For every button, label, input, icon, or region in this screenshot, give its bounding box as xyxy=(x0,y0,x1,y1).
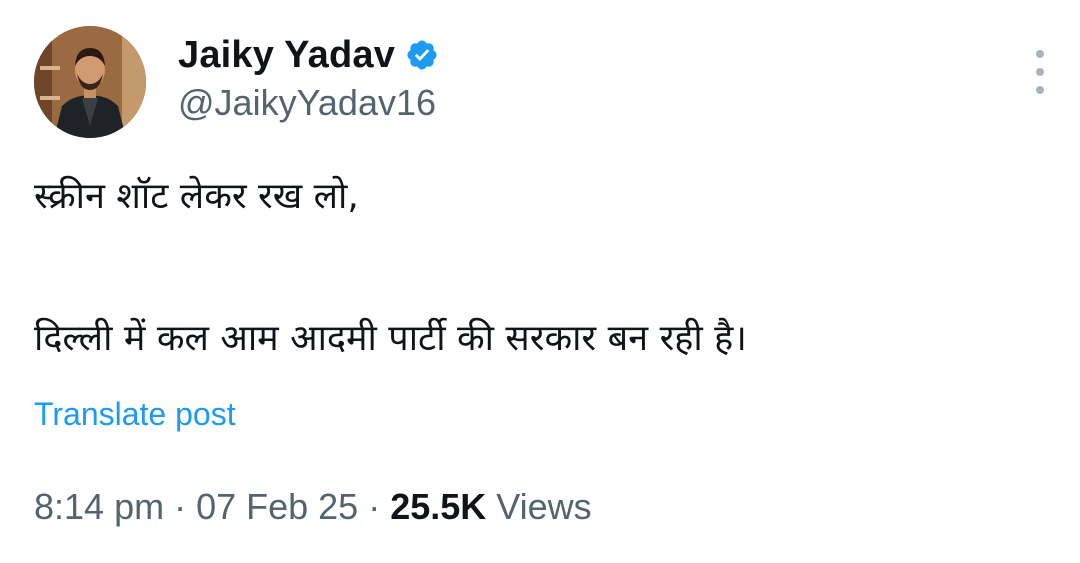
views-count[interactable]: 25.5K xyxy=(390,486,486,527)
translate-post-link[interactable]: Translate post xyxy=(34,396,236,433)
author-display-name[interactable]: Jaiky Yadav xyxy=(178,34,395,77)
tweet-date[interactable]: 07 Feb 25 xyxy=(196,486,358,527)
more-dot xyxy=(1036,86,1044,94)
tweet-time[interactable]: 8:14 pm xyxy=(34,486,164,527)
more-dot xyxy=(1036,50,1044,58)
views-label: Views xyxy=(486,486,592,527)
author-handle[interactable]: @JaikyYadav16 xyxy=(178,82,436,124)
meta-separator: · xyxy=(358,486,391,527)
tweet-meta: 8:14 pm · 07 Feb 25 · 25.5K Views xyxy=(34,486,592,528)
more-vertical-icon[interactable] xyxy=(1028,50,1052,94)
author-name-row: Jaiky Yadav xyxy=(178,30,439,80)
meta-separator: · xyxy=(164,486,197,527)
avatar-image xyxy=(34,26,146,138)
tweet-text-line: स्क्रीन शॉट लेकर रख लो, xyxy=(34,176,359,217)
more-dot xyxy=(1036,68,1044,76)
verified-badge-icon[interactable] xyxy=(405,38,439,72)
avatar[interactable] xyxy=(34,26,146,138)
tweet-text-line: दिल्ली में कल आम आदमी पार्टी की सरकार बन… xyxy=(34,318,747,359)
